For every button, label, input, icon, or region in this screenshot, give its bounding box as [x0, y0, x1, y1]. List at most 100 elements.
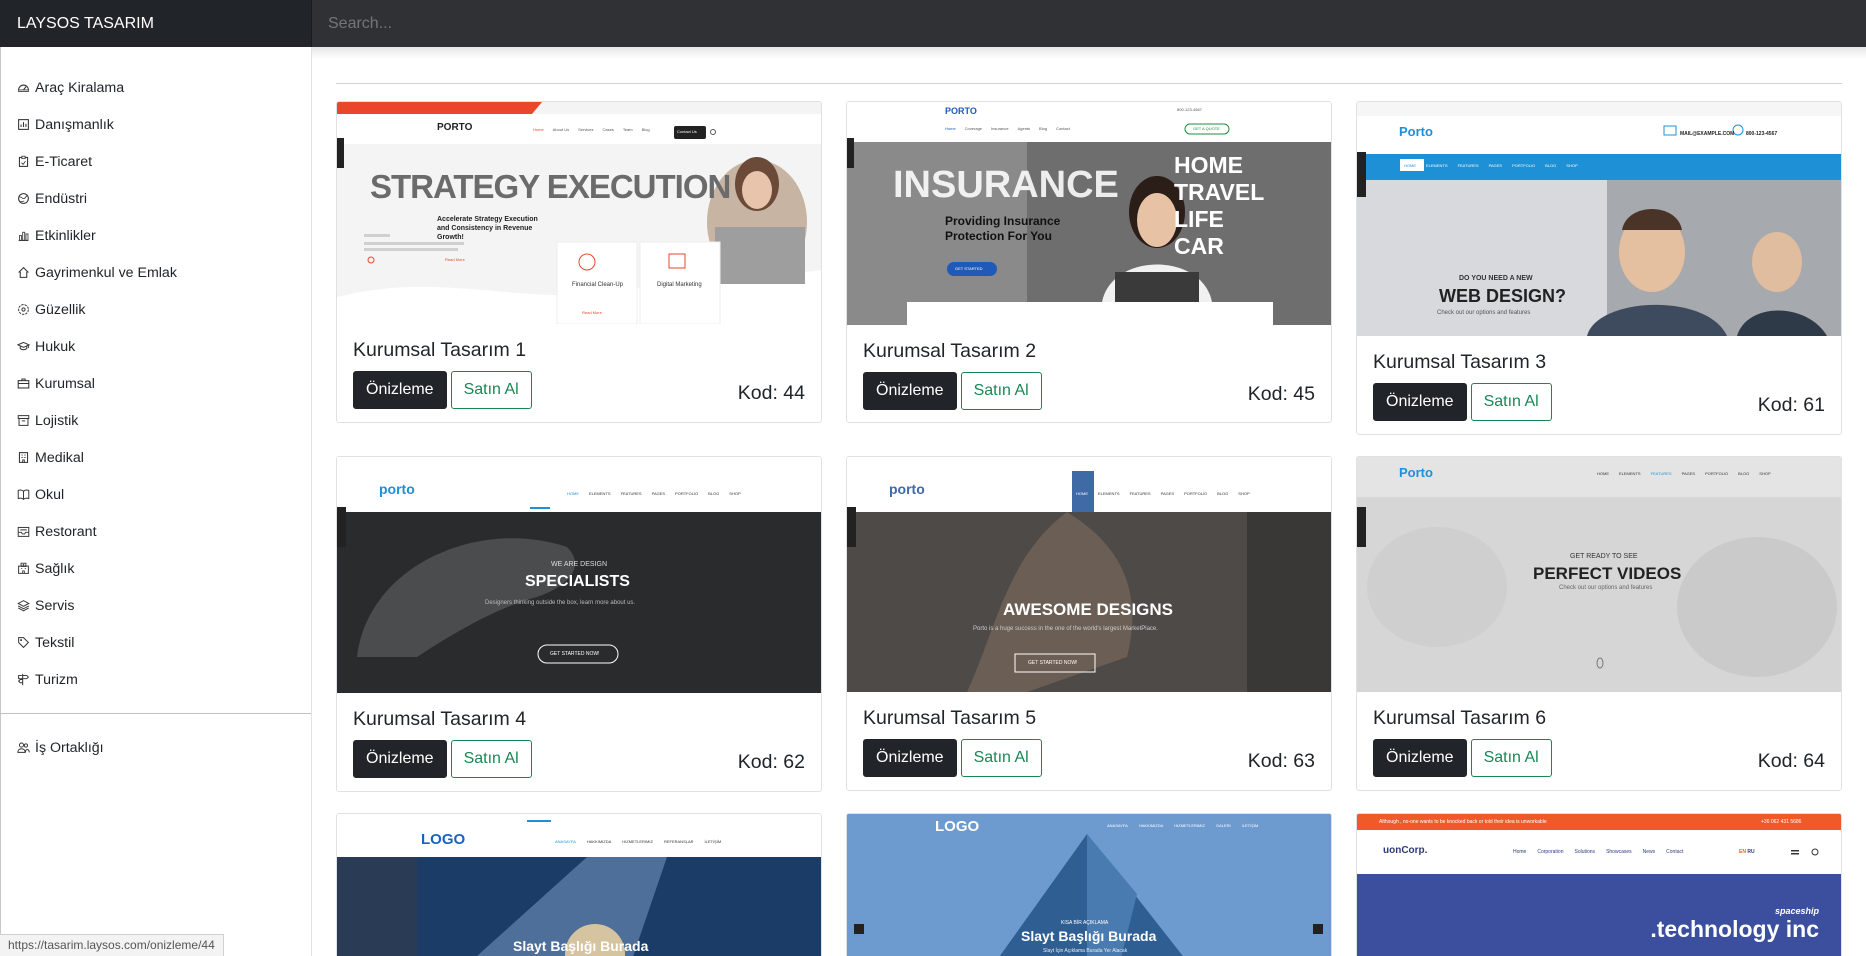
thumb-nav-item: HIZMETLERIMIZ: [622, 839, 653, 844]
thumb-nav: ANASAYFA HAKKIMIZDA HIZMETLERIMIZ REFERA…: [555, 839, 721, 844]
thumb-subtitle: Providing Insurance Protection For You: [945, 214, 1060, 244]
flower-icon: [17, 303, 30, 316]
template-thumbnail[interactable]: PORTO 800-123-4567 Home Coverage Insuran…: [847, 102, 1331, 325]
thumb-nav-item: HAKKIMIZDA: [586, 839, 612, 844]
thumb-nav-item: PORTFOLIO: [1184, 491, 1208, 496]
briefcase-icon: [17, 377, 30, 390]
sidebar-item-11[interactable]: Medikal: [0, 439, 311, 476]
thumb-nav-item: ANASAYFA: [555, 839, 576, 844]
buy-button[interactable]: Satın Al: [450, 371, 532, 409]
template-thumbnail[interactable]: LOGO ANASAYFA HAKKIMIZDA HIZMETLERIMIZ R…: [337, 814, 821, 956]
sidebar-item-2[interactable]: Danışmanlık: [0, 106, 311, 143]
thumb-subtitle: Slayt İçin Açıklama Burada Yer Alacak: [1043, 948, 1128, 954]
thumb-lang-active: EN: [1739, 849, 1746, 855]
globe-icon: [17, 192, 30, 205]
thumb-subtitle: Check out our options and features: [1559, 585, 1653, 591]
buy-button[interactable]: Satın Al: [1470, 383, 1552, 421]
preview-button[interactable]: Önizleme: [1373, 739, 1467, 777]
template-thumbnail[interactable]: Porto MAIL@EXAMPLE.COM 800-123-4567 HOME…: [1357, 102, 1841, 336]
sidebar-item-6[interactable]: Gayrimenkul ve Emlak: [0, 254, 311, 291]
thumb-nav-item: HIZMETLERIMIZ: [1174, 823, 1205, 828]
card-title: Kurumsal Tasarım 6: [1373, 707, 1547, 729]
thumb-nav-item: News: [1642, 849, 1656, 855]
sidebar-item-14[interactable]: Sağlık: [0, 550, 311, 587]
thumb-nav-item: Showcases: [1606, 849, 1632, 855]
thumb-nav-item: BLOG: [1545, 163, 1557, 168]
buy-button[interactable]: Satın Al: [1470, 739, 1552, 777]
sidebar-item-7[interactable]: Güzellik: [0, 291, 311, 328]
sidebar-item-13[interactable]: Restorant: [0, 513, 311, 550]
sidebar-item-16[interactable]: Tekstil: [0, 624, 311, 661]
thumb-subtitle-line: Protection For You: [945, 229, 1052, 243]
template-thumbnail[interactable]: porto HOME ELEMENTS FEATURES PAGES PORTF…: [847, 457, 1331, 692]
sidebar-item-5[interactable]: Etkinlikler: [0, 217, 311, 254]
buy-button[interactable]: Satın Al: [960, 372, 1042, 410]
sidebar-item-8[interactable]: Hukuk: [0, 328, 311, 365]
bar-chart-icon: [17, 229, 30, 242]
sidebar-item-label: Gayrimenkul ve Emlak: [35, 264, 177, 281]
sidebar-item-label: İş Ortaklığı: [35, 739, 104, 756]
tag-icon: [17, 636, 30, 649]
brand-logo[interactable]: LAYSOS TASARIM: [0, 0, 312, 47]
template-thumbnail[interactable]: Porto HOME ELEMENTS FEATURES PAGES PORTF…: [1357, 457, 1841, 692]
thumb-nav-item: REFERANSLAR: [663, 839, 694, 844]
book-icon: [17, 488, 30, 501]
buy-button[interactable]: Satın Al: [450, 740, 532, 778]
preview-button[interactable]: Önizleme: [353, 371, 447, 409]
sidebar-item-is-ortakligi[interactable]: İş Ortaklığı: [0, 729, 311, 766]
thumb-phone: 800-123-4567: [1746, 131, 1778, 137]
thumb-headline: Slayt Başlığı Burada: [1021, 928, 1157, 944]
thumb-nav-item: ELEMENTS: [1098, 491, 1120, 496]
thumb-word: CAR: [1174, 233, 1224, 259]
sidebar-item-1[interactable]: Araç Kiralama: [0, 69, 311, 106]
preview-button[interactable]: Önizleme: [863, 739, 957, 777]
card-body: Kurumsal Tasarım 4 Önizleme Satın Al Kod…: [337, 707, 821, 778]
thumb-nav-item: HAKKIMIZDA: [1138, 823, 1164, 828]
sidebar-item-3[interactable]: E-Ticaret: [0, 143, 311, 180]
sidebar-item-15[interactable]: Servis: [0, 587, 311, 624]
thumb-nav-item: PAGES: [1488, 163, 1503, 168]
template-code: Kod: 44: [737, 382, 805, 404]
people-icon: [17, 741, 30, 754]
template-thumbnail[interactable]: porto HOME ELEMENTS FEATURES PAGES PORTF…: [337, 457, 821, 693]
preview-button[interactable]: Önizleme: [863, 372, 957, 410]
search-input[interactable]: [312, 0, 1866, 47]
thumb-nav-item: Blog: [641, 127, 650, 132]
thumb-subtitle: Accelerate Strategy Execution and Consis…: [437, 216, 538, 241]
sidebar-item-label: Sağlık: [35, 560, 75, 577]
thumb-pretitle: GET READY TO SEE: [1570, 553, 1638, 560]
thumb-nav-item: Blog: [1039, 126, 1048, 131]
thumb-box1: Financial Clean-Up: [572, 282, 624, 288]
thumb-nav-item: Insurance: [991, 126, 1009, 131]
thumb-nav-item: FEATURES: [1129, 491, 1151, 496]
thumb-nav-item: ELEMENTS: [1619, 471, 1641, 476]
sidebar-item-4[interactable]: Endüstri: [0, 180, 311, 217]
card-title: Kurumsal Tasarım 4: [353, 708, 527, 730]
thumb-nav-item: Home: [533, 127, 544, 132]
thumb-lang-alt: RU: [1747, 849, 1755, 855]
thumb-subtitle: Designers thinking outside the box, lear…: [485, 600, 636, 606]
thumb-brand: PORTO: [945, 106, 977, 116]
sidebar-item-label: Etkinlikler: [35, 227, 96, 244]
sidebar-item-12[interactable]: Okul: [0, 476, 311, 513]
sidebar-item-17[interactable]: Turizm: [0, 661, 311, 698]
sidebar-item-9[interactable]: Kurumsal: [0, 365, 311, 402]
buy-button[interactable]: Satın Al: [960, 739, 1042, 777]
card-body: Kurumsal Tasarım 3 Önizleme Satın Al Kod…: [1357, 350, 1841, 421]
template-thumbnail[interactable]: PORTO Home About Us Services Cases Team …: [337, 102, 821, 324]
preview-button[interactable]: Önizleme: [353, 740, 447, 778]
card-body: Kurumsal Tasarım 2 Önizleme Satın Al Kod…: [847, 339, 1331, 410]
template-card-7: LOGO ANASAYFA HAKKIMIZDA HIZMETLERIMIZ R…: [336, 813, 822, 956]
sidebar-item-label: Kurumsal: [35, 375, 95, 392]
sidebar-item-10[interactable]: Lojistik: [0, 402, 311, 439]
layers-icon: [17, 599, 30, 612]
sidebar-item-label: Danışmanlık: [35, 116, 114, 133]
preview-button[interactable]: Önizleme: [1373, 383, 1467, 421]
thumb-nav-item: PAGES: [1160, 491, 1175, 496]
template-thumbnail[interactable]: Although , no-one wants to be knocked ba…: [1357, 814, 1841, 956]
thumb-nav-item: ELEMENTS: [589, 491, 611, 496]
template-thumbnail[interactable]: LOGO ANASAYFA HAKKIMIZDA HIZMETLERIMIZ G…: [847, 814, 1331, 956]
clipboard-icon: [17, 155, 30, 168]
thumb-quote: GET A QUOTE: [1193, 126, 1220, 131]
thumb-subtitle: Check out our options and features: [1437, 310, 1531, 316]
